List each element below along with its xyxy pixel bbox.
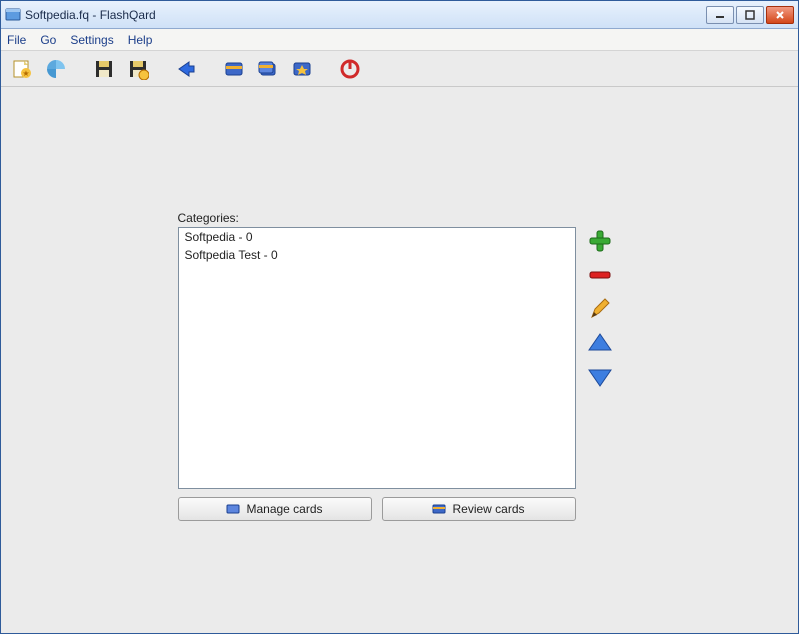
toolbar-save-button[interactable] [89, 55, 119, 83]
add-category-button[interactable] [586, 227, 614, 255]
toolbar-back-button[interactable] [171, 55, 201, 83]
manage-cards-button[interactable]: Manage cards [178, 497, 372, 521]
menu-go[interactable]: Go [40, 33, 56, 47]
manage-cards-label: Manage cards [246, 502, 322, 516]
window-controls [706, 6, 794, 24]
main-panel: Categories: Softpedia - 0 Softpedia Test… [178, 211, 622, 633]
toolbar-saveas-button[interactable] [123, 55, 153, 83]
review-cards-icon [432, 502, 446, 516]
close-button[interactable] [766, 6, 794, 24]
list-item[interactable]: Softpedia Test - 0 [179, 246, 575, 264]
toolbar-card1-button[interactable] [219, 55, 249, 83]
category-side-buttons [586, 227, 614, 391]
content-area: Categories: Softpedia - 0 Softpedia Test… [1, 87, 798, 633]
app-icon [5, 7, 21, 23]
toolbar-quit-button[interactable] [335, 55, 365, 83]
window-title: Softpedia.fq - FlashQard [25, 8, 706, 22]
review-cards-button[interactable]: Review cards [382, 497, 576, 521]
svg-text:★: ★ [22, 69, 29, 78]
menu-file[interactable]: File [7, 33, 26, 47]
titlebar: Softpedia.fq - FlashQard [1, 1, 798, 29]
toolbar-separator [205, 56, 215, 82]
main-window: Softpedia.fq - FlashQard File Go Setting… [0, 0, 799, 634]
toolbar-card2-button[interactable] [253, 55, 283, 83]
toolbar-separator [321, 56, 331, 82]
categories-label: Categories: [178, 211, 622, 225]
toolbar: ★ [1, 51, 798, 87]
toolbar-open-button[interactable] [41, 55, 71, 83]
move-up-button[interactable] [586, 329, 614, 357]
minimize-button[interactable] [706, 6, 734, 24]
edit-category-button[interactable] [586, 295, 614, 323]
toolbar-card3-button[interactable] [287, 55, 317, 83]
toolbar-separator [157, 56, 167, 82]
toolbar-separator [75, 56, 85, 82]
review-cards-label: Review cards [452, 502, 524, 516]
move-down-button[interactable] [586, 363, 614, 391]
remove-category-button[interactable] [586, 261, 614, 289]
manage-cards-icon [226, 502, 240, 516]
toolbar-new-button[interactable]: ★ [7, 55, 37, 83]
categories-list[interactable]: Softpedia - 0 Softpedia Test - 0 [178, 227, 576, 489]
list-item[interactable]: Softpedia - 0 [179, 228, 575, 246]
maximize-button[interactable] [736, 6, 764, 24]
menu-help[interactable]: Help [128, 33, 153, 47]
menubar: File Go Settings Help [1, 29, 798, 51]
menu-settings[interactable]: Settings [70, 33, 113, 47]
